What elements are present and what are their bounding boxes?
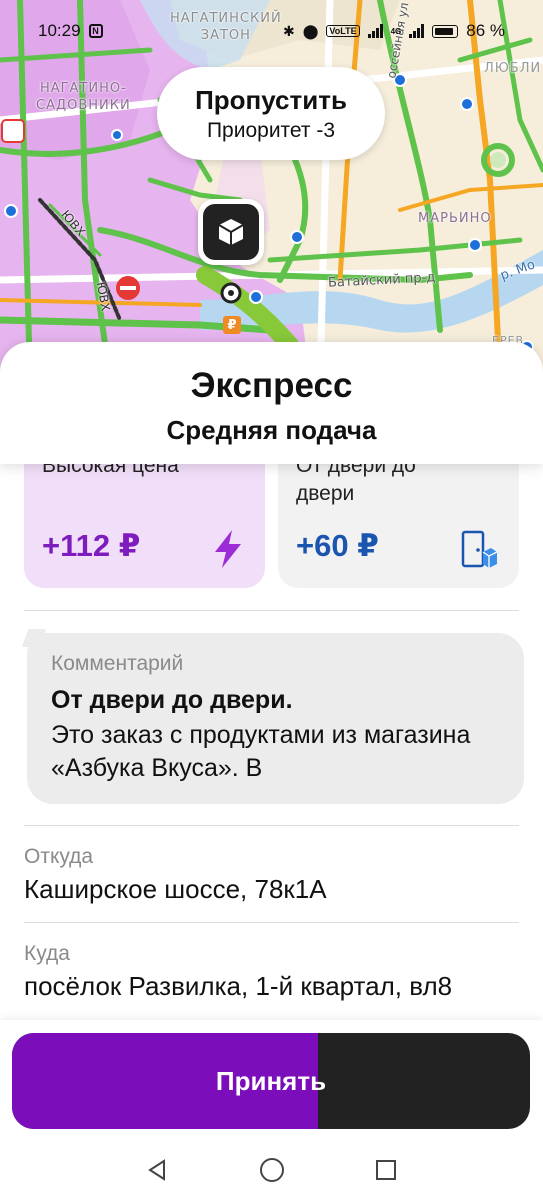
volte-badge: VoLTE [326, 25, 360, 37]
back-triangle-icon[interactable] [145, 1157, 171, 1183]
to-label: Куда [24, 942, 70, 965]
divider [24, 610, 519, 611]
map-label-marino: МАРЬИНО [418, 211, 492, 226]
delivery-box-icon [218, 219, 244, 245]
skip-order-button[interactable]: Пропустить Приоритет -3 [157, 67, 385, 160]
accept-button-label: Принять [215, 1065, 327, 1096]
status-time: 10:29 [38, 21, 81, 40]
bluetooth-icon: ✱ [283, 23, 295, 39]
recent-square-icon[interactable] [373, 1157, 399, 1183]
battery-percent: 86 % [466, 21, 505, 40]
pickup-time: Средняя подача [166, 415, 377, 445]
signal-1-icon [367, 24, 383, 38]
divider [24, 825, 519, 826]
comment-bubble: Комментарий От двери до двери. Это заказ… [27, 633, 524, 804]
location-icon: ⬤ [302, 23, 319, 39]
priority-value: Приоритет -3 [206, 118, 336, 142]
home-circle-icon[interactable] [259, 1157, 285, 1183]
ruble-badge-icon: ₽ [223, 316, 241, 334]
high-price-value: +112 ₽ [42, 528, 141, 563]
door-box-icon [461, 530, 497, 568]
system-navigation-bar [0, 1140, 543, 1200]
skip-title: Пропустить [195, 84, 347, 115]
signal-2-icon [409, 24, 425, 38]
comment-text: Это заказ с продуктами из магазина «Азбу… [51, 721, 471, 782]
status-bar: 10:29 N ✱ ⬤ VoLTE 4G 86 % [0, 0, 543, 62]
battery-icon [432, 24, 459, 38]
accept-button[interactable]: Принять [12, 1033, 530, 1129]
comment-label: Комментарий [51, 652, 184, 675]
map-label-nagatino-sadovniki: НАГАТИНО- САДОВНИКИ [36, 81, 131, 113]
tariff-title: Экспресс [190, 366, 353, 405]
order-sheet-header[interactable]: Экспресс Средняя подача [0, 342, 543, 464]
comment-title: От двери до двери. [51, 686, 293, 714]
door-to-door-value: +60 ₽ [296, 528, 379, 563]
divider [24, 922, 519, 923]
nfc-icon: N [88, 24, 103, 38]
to-address: посёлок Развилка, 1-й квартал, вл8 [24, 971, 453, 1001]
pickup-pin [196, 197, 266, 267]
lightning-icon [215, 530, 241, 568]
map-label-lyublino: ЛЮБЛИ [484, 61, 542, 76]
signal-type: 4G [390, 26, 402, 36]
from-label: Откуда [24, 845, 94, 868]
from-address: Каширское шоссе, 78к1А [24, 874, 327, 904]
